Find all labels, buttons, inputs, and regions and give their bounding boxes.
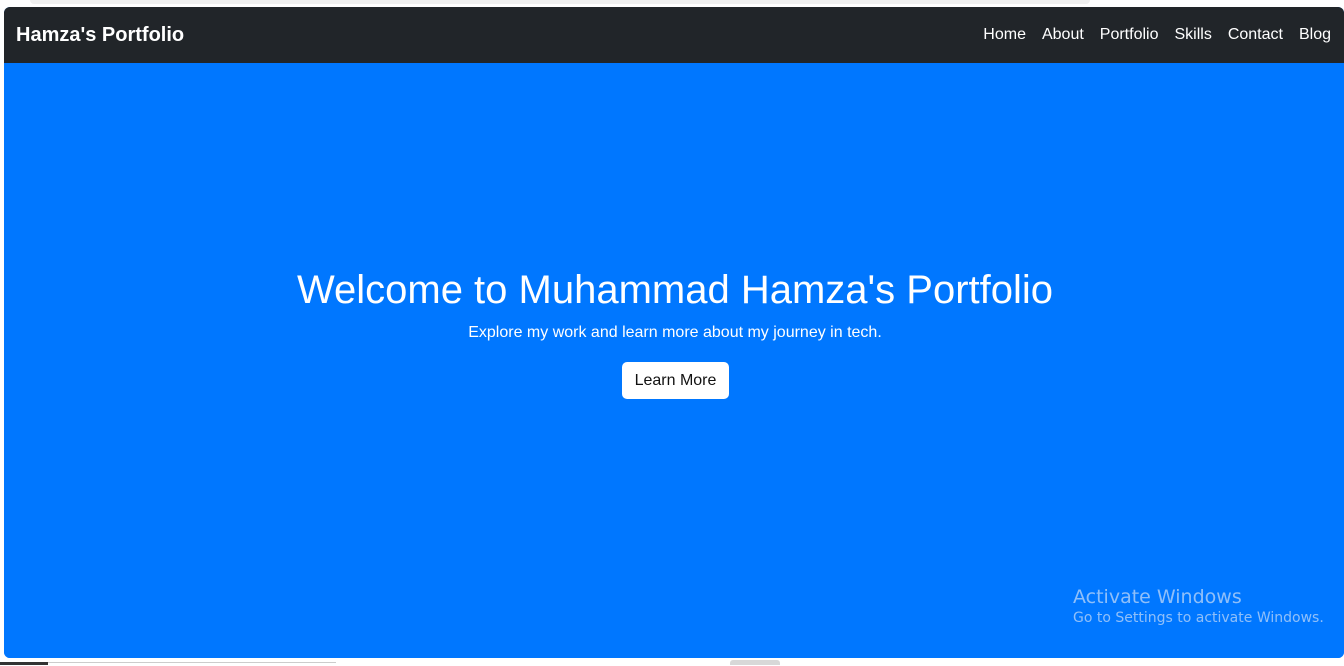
hero-subtitle: Explore my work and learn more about my …	[468, 324, 882, 341]
nav-links: Home About Portfolio Skills Contact Blog	[983, 26, 1331, 44]
taskbar-edge-right	[730, 660, 780, 665]
nav-link-skills[interactable]: Skills	[1174, 26, 1211, 44]
learn-more-button[interactable]: Learn More	[622, 362, 729, 399]
hero-section: Welcome to Muhammad Hamza's Portfolio Ex…	[4, 63, 1344, 658]
taskbar-edge-middle	[48, 662, 336, 666]
page-frame: Hamza's Portfolio Home About Portfolio S…	[4, 7, 1344, 658]
nav-link-blog[interactable]: Blog	[1299, 26, 1331, 44]
hero-title: Welcome to Muhammad Hamza's Portfolio	[296, 268, 1054, 312]
nav-link-about[interactable]: About	[1042, 26, 1084, 44]
navbar: Hamza's Portfolio Home About Portfolio S…	[4, 7, 1344, 63]
nav-link-contact[interactable]: Contact	[1228, 26, 1283, 44]
brand-link[interactable]: Hamza's Portfolio	[16, 24, 184, 47]
window-top-edge	[30, 0, 1090, 4]
nav-link-portfolio[interactable]: Portfolio	[1100, 26, 1159, 44]
nav-link-home[interactable]: Home	[983, 26, 1026, 44]
